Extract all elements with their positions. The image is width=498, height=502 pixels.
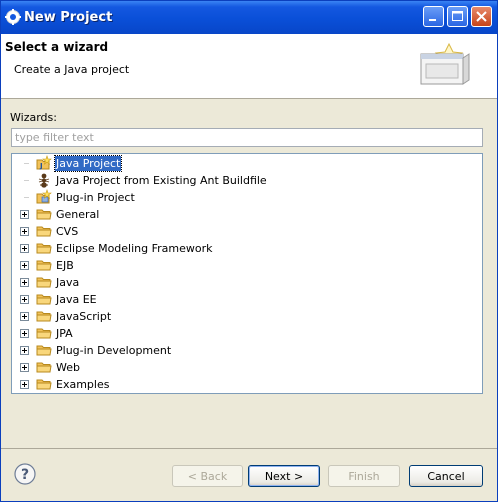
- new-project-dialog: New Project Select a wizard Create a Jav…: [0, 0, 498, 502]
- tree-item-label: Plug-in Project: [56, 191, 135, 204]
- tree-item-label: JPA: [56, 327, 73, 340]
- finish-button[interactable]: Finish: [328, 465, 400, 487]
- plugin-project-icon: [36, 189, 52, 204]
- tree-item[interactable]: Plug-in Project: [12, 189, 472, 206]
- folder-icon: [36, 328, 52, 339]
- tree-item[interactable]: JPA: [12, 325, 472, 342]
- expand-plus-icon[interactable]: [20, 244, 29, 253]
- maximize-icon: [452, 11, 463, 21]
- folder-icon: [36, 345, 52, 356]
- expand-plus-icon[interactable]: [20, 380, 29, 389]
- tree-item[interactable]: JavaScript: [12, 308, 472, 325]
- wizard-header: Select a wizard Create a Java project: [1, 34, 497, 98]
- tree-connector-icon: [24, 197, 29, 198]
- back-button[interactable]: < Back: [172, 465, 243, 487]
- expand-plus-icon[interactable]: [20, 227, 29, 236]
- expand-plus-icon[interactable]: [20, 329, 29, 338]
- window-title: New Project: [24, 10, 113, 25]
- tree-item[interactable]: Plug-in Development: [12, 342, 472, 359]
- tree-item-label: Eclipse Modeling Framework: [56, 242, 213, 255]
- close-button[interactable]: [471, 6, 492, 27]
- wizards-label: Wizards:: [10, 111, 57, 124]
- tree-item[interactable]: Java Project from Existing Ant Buildfile: [12, 172, 472, 189]
- ant-icon: [38, 173, 50, 188]
- tree-item-label: Java EE: [56, 293, 97, 306]
- expand-plus-icon[interactable]: [20, 210, 29, 219]
- tree-item[interactable]: Web: [12, 359, 472, 376]
- eclipse-gear-icon: [5, 9, 21, 25]
- tree-item-label: Java: [56, 276, 80, 289]
- wizard-filter-input[interactable]: [11, 128, 483, 147]
- page-description: Create a Java project: [14, 63, 130, 76]
- folder-icon: [36, 226, 52, 237]
- tree-item-label: Web: [56, 361, 80, 374]
- tree-item-label: General: [56, 208, 100, 221]
- tree-item-label: CVS: [56, 225, 79, 238]
- new-project-banner-icon: [420, 42, 470, 85]
- expand-plus-icon[interactable]: [20, 363, 29, 372]
- folder-icon: [36, 362, 52, 373]
- tree-item-label: Plug-in Development: [56, 344, 172, 357]
- folder-icon: [36, 379, 52, 390]
- tree-item-label: Examples: [56, 378, 110, 391]
- tree-item[interactable]: EJB: [12, 257, 472, 274]
- help-icon[interactable]: ?: [14, 463, 36, 485]
- tree-item-label: JavaScript: [56, 310, 112, 323]
- tree-item[interactable]: General: [12, 206, 472, 223]
- folder-icon: [36, 311, 52, 322]
- expand-plus-icon[interactable]: [20, 346, 29, 355]
- tree-connector-icon: [24, 163, 29, 164]
- cancel-button[interactable]: Cancel: [409, 465, 483, 487]
- next-button[interactable]: Next >: [248, 465, 320, 487]
- tree-item[interactable]: Eclipse Modeling Framework: [12, 240, 472, 257]
- java-project-icon: J: [36, 155, 52, 170]
- header-divider: [1, 98, 497, 99]
- footer-divider: [1, 448, 497, 449]
- tree-item[interactable]: Java EE: [12, 291, 472, 308]
- page-title: Select a wizard: [5, 40, 109, 54]
- wizard-tree[interactable]: J Java Project Java Project from Existing …: [11, 153, 483, 394]
- tree-item[interactable]: CVS: [12, 223, 472, 240]
- folder-icon: [36, 277, 52, 288]
- minimize-button[interactable]: [423, 6, 444, 27]
- folder-icon: [36, 243, 52, 254]
- tree-item-label: EJB: [56, 259, 74, 272]
- tree-item-label: Java Project: [53, 155, 123, 172]
- expand-plus-icon[interactable]: [20, 295, 29, 304]
- folder-icon: [36, 260, 52, 271]
- expand-plus-icon[interactable]: [20, 278, 29, 287]
- tree-item[interactable]: Examples: [12, 376, 472, 393]
- folder-icon: [36, 294, 52, 305]
- maximize-button[interactable]: [447, 6, 468, 27]
- expand-plus-icon[interactable]: [20, 261, 29, 270]
- folder-icon: [36, 209, 52, 220]
- close-icon: [476, 11, 487, 22]
- expand-plus-icon[interactable]: [20, 312, 29, 321]
- tree-connector-icon: [24, 180, 29, 181]
- title-bar[interactable]: New Project: [1, 1, 497, 34]
- tree-item-label: Java Project from Existing Ant Buildfile: [56, 174, 267, 187]
- svg-text:?: ?: [21, 467, 29, 483]
- tree-item[interactable]: Java: [12, 274, 472, 291]
- minimize-icon: [429, 19, 436, 21]
- tree-item[interactable]: J Java Project: [12, 155, 472, 172]
- svg-text:J: J: [39, 162, 43, 170]
